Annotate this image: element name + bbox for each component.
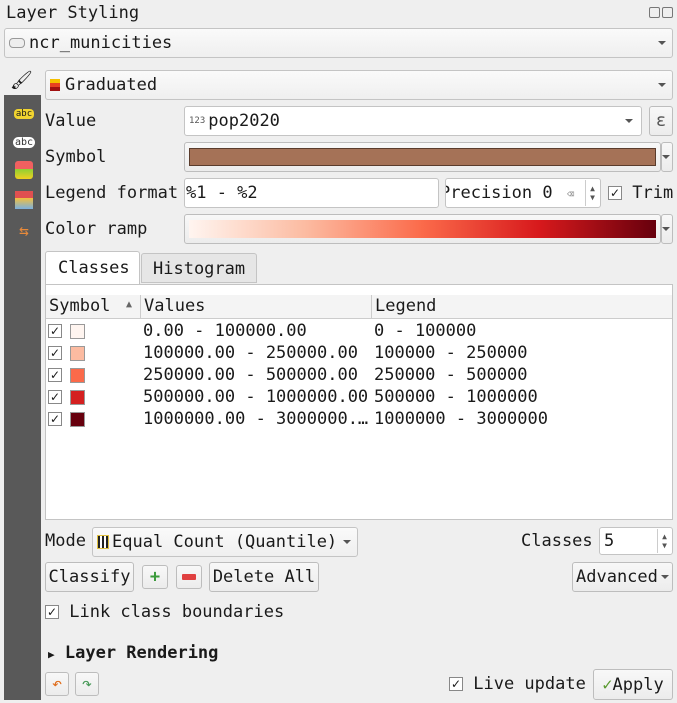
color-ramp-menu-button[interactable] bbox=[661, 214, 673, 244]
value-field: pop2020 bbox=[208, 111, 280, 131]
apply-label: Apply bbox=[612, 674, 664, 695]
mode-value: Equal Count (Quantile) bbox=[112, 532, 338, 552]
live-update-label: Live update bbox=[473, 674, 586, 694]
advanced-button[interactable]: Advanced bbox=[572, 562, 673, 592]
history-icon[interactable]: ⇆ bbox=[12, 219, 36, 241]
undo-icon: ↶ bbox=[51, 674, 63, 694]
class-visibility-checkbox[interactable]: ✓ bbox=[48, 324, 62, 338]
class-values[interactable]: 250000.00 - 500000.00 bbox=[143, 365, 358, 385]
layer-rendering-label: Layer Rendering bbox=[64, 643, 219, 663]
undo-button[interactable]: ↶ bbox=[45, 672, 69, 696]
value-field-selector[interactable]: 123 pop2020 bbox=[184, 106, 642, 136]
column-symbol[interactable]: Symbol bbox=[49, 296, 110, 316]
column-values[interactable]: Values bbox=[144, 296, 205, 316]
table-row[interactable]: ✓ 0.00 - 100000.00 0 - 100000 bbox=[48, 320, 476, 342]
renderer-type: Graduated bbox=[65, 75, 158, 95]
layer-name: ncr_municities bbox=[29, 33, 173, 53]
graduated-icon bbox=[50, 79, 60, 91]
class-legend[interactable]: 0 - 100000 bbox=[374, 321, 476, 341]
sort-ascending-icon: ▲ bbox=[126, 299, 133, 310]
color-ramp-button[interactable] bbox=[184, 214, 661, 244]
table-row[interactable]: ✓ 250000.00 - 500000.00 250000 - 500000 bbox=[48, 364, 528, 386]
redo-icon: ↷ bbox=[81, 674, 93, 694]
link-class-boundaries-checkbox[interactable]: ✓ Link class boundaries bbox=[45, 602, 284, 622]
class-values[interactable]: 1000000.00 - 3000000.… bbox=[143, 409, 368, 429]
tab-classes[interactable]: Classes bbox=[45, 251, 140, 284]
class-symbol-swatch[interactable] bbox=[70, 367, 85, 383]
class-visibility-checkbox[interactable]: ✓ bbox=[48, 390, 62, 404]
class-symbol-swatch[interactable] bbox=[70, 411, 85, 427]
expand-arrow-icon: ▶ bbox=[48, 648, 55, 661]
mode-selector[interactable]: Equal Count (Quantile) bbox=[92, 527, 358, 557]
3d-view-icon[interactable] bbox=[15, 161, 33, 179]
symbol-swatch bbox=[189, 148, 656, 166]
clear-icon[interactable]: ⌫ bbox=[567, 187, 574, 201]
column-legend[interactable]: Legend bbox=[375, 296, 436, 316]
class-legend[interactable]: 500000 - 1000000 bbox=[374, 387, 538, 407]
plus-icon: + bbox=[149, 567, 161, 587]
precision-spinbox[interactable]: Precision 0 ⌫ ▲ ▼ bbox=[445, 178, 601, 208]
table-row[interactable]: ✓ 100000.00 - 250000.00 100000 - 250000 bbox=[48, 342, 528, 364]
remove-class-button[interactable] bbox=[176, 565, 202, 589]
class-values[interactable]: 500000.00 - 1000000.00 bbox=[143, 387, 368, 407]
table-row[interactable]: ✓ 1000000.00 - 3000000.… 1000000 - 3000000 bbox=[48, 408, 548, 430]
live-update-checkbox[interactable]: ✓ Live update bbox=[449, 674, 586, 694]
class-values[interactable]: 100000.00 - 250000.00 bbox=[143, 343, 358, 363]
labels-icon[interactable]: abc bbox=[13, 109, 35, 119]
quantile-icon bbox=[97, 535, 109, 549]
diagrams-icon[interactable] bbox=[15, 191, 33, 209]
redo-button[interactable]: ↷ bbox=[75, 672, 99, 696]
color-ramp-preview bbox=[189, 220, 656, 238]
panel-title: Layer Styling bbox=[6, 3, 140, 23]
apply-button[interactable]: ✓ Apply bbox=[593, 669, 673, 700]
symbology-paintbrush-icon[interactable]: 🖌 bbox=[10, 70, 34, 92]
symbol-menu-button[interactable] bbox=[661, 142, 673, 172]
link-class-boundaries-label: Link class boundaries bbox=[69, 602, 285, 622]
tab-histogram[interactable]: Histogram bbox=[141, 253, 257, 283]
legend-format-label: Legend format bbox=[45, 183, 179, 203]
legend-format-input[interactable]: %1 - %2 bbox=[184, 178, 439, 208]
classes-value: 5 bbox=[604, 531, 615, 551]
class-visibility-checkbox[interactable]: ✓ bbox=[48, 368, 62, 382]
layer-rendering-toggle[interactable]: ▶ Layer Rendering bbox=[48, 643, 218, 663]
precision-value: Precision 0 bbox=[445, 183, 553, 203]
expression-button[interactable]: ε bbox=[649, 106, 673, 136]
class-values[interactable]: 0.00 - 100000.00 bbox=[143, 321, 307, 341]
close-icon[interactable] bbox=[662, 7, 673, 18]
class-visibility-checkbox[interactable]: ✓ bbox=[48, 412, 62, 426]
mask-icon[interactable]: abc bbox=[12, 136, 36, 148]
class-symbol-swatch[interactable] bbox=[70, 345, 85, 361]
symbol-label: Symbol bbox=[45, 147, 107, 167]
polygon-layer-icon bbox=[9, 38, 25, 48]
checkmark-icon: ✓ bbox=[602, 674, 613, 695]
class-legend[interactable]: 1000000 - 3000000 bbox=[374, 409, 548, 429]
classify-button[interactable]: Classify bbox=[45, 562, 134, 592]
mode-label: Mode bbox=[45, 531, 86, 551]
class-legend[interactable]: 250000 - 500000 bbox=[374, 365, 528, 385]
class-visibility-checkbox[interactable]: ✓ bbox=[48, 346, 62, 360]
advanced-label: Advanced bbox=[576, 567, 658, 587]
class-symbol-swatch[interactable] bbox=[70, 323, 85, 339]
sidebar: abc abc ⇆ bbox=[4, 95, 41, 700]
add-class-button[interactable]: + bbox=[142, 565, 168, 589]
table-row[interactable]: ✓ 500000.00 - 1000000.00 500000 - 1000000 bbox=[48, 386, 538, 408]
delete-all-button[interactable]: Delete All bbox=[209, 562, 319, 592]
renderer-selector[interactable]: Graduated bbox=[45, 70, 673, 100]
class-legend[interactable]: 100000 - 250000 bbox=[374, 343, 528, 363]
trim-label: Trim bbox=[632, 183, 674, 203]
classes-stepper[interactable]: ▲ ▼ bbox=[657, 529, 671, 553]
layer-selector[interactable]: ncr_municities bbox=[4, 28, 673, 58]
numeric-field-icon: 123 bbox=[189, 116, 206, 126]
classes-spinbox[interactable]: 5 ▲ ▼ bbox=[599, 527, 673, 555]
table-header: Symbol ▲ Values Legend bbox=[46, 295, 672, 319]
value-label: Value bbox=[45, 111, 97, 131]
float-icon[interactable] bbox=[649, 7, 660, 18]
classes-label: Classes bbox=[521, 531, 593, 551]
minus-icon bbox=[182, 574, 196, 580]
symbol-button[interactable] bbox=[184, 142, 661, 172]
class-symbol-swatch[interactable] bbox=[70, 389, 85, 405]
trim-checkbox[interactable]: ✓ Trim bbox=[608, 183, 673, 203]
color-ramp-label: Color ramp bbox=[45, 219, 148, 239]
precision-stepper[interactable]: ▲ ▼ bbox=[585, 180, 599, 206]
